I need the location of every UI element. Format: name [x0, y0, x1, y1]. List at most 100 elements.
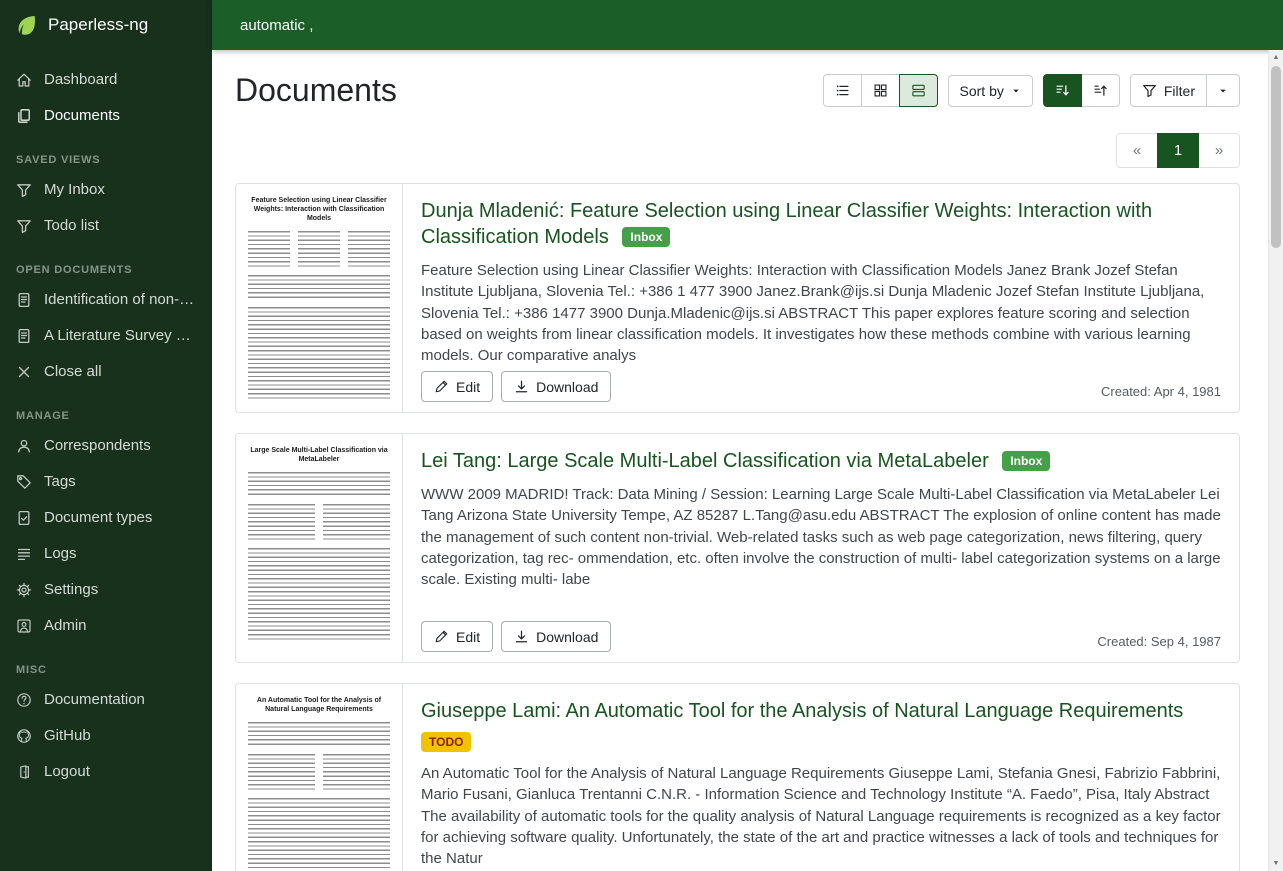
document-thumbnail[interactable]: Feature Selection using Linear Classifie… [236, 184, 403, 412]
sidebar-heading-misc: MISC [0, 644, 212, 682]
sidebar-item-label: Logs [44, 545, 77, 563]
list-icon [16, 546, 32, 562]
close-icon [16, 364, 32, 380]
filter-dropdown-button[interactable] [1206, 74, 1240, 107]
sidebar-item-todo-list[interactable]: Todo list [0, 208, 212, 244]
tag-icon [16, 474, 32, 490]
sort-ascending-icon [1093, 83, 1108, 98]
sidebar-item-my-inbox[interactable]: My Inbox [0, 172, 212, 208]
edit-button[interactable]: Edit [421, 371, 493, 402]
sidebar-item-label: GitHub [44, 727, 91, 745]
sidebar-item-correspondents[interactable]: Correspondents [0, 428, 212, 464]
document-title-link[interactable]: Giuseppe Lami: An Automatic Tool for the… [421, 700, 1183, 722]
thumbnail-text-lines [248, 231, 390, 267]
sidebar-item-label: Close all [44, 363, 102, 381]
sidebar-item-logout[interactable]: Logout [0, 754, 212, 790]
sidebar-item-label: A Literature Survey on ... [44, 327, 196, 345]
document-title: Dunja Mladenić: Feature Selection using … [421, 198, 1221, 250]
sidebar-item-label: My Inbox [44, 181, 105, 199]
pagination-page-1-button[interactable]: 1 [1157, 133, 1199, 168]
sidebar-item-documents[interactable]: Documents [0, 98, 212, 134]
pagination-next-button[interactable]: » [1198, 133, 1240, 168]
document-excerpt: An Automatic Tool for the Analysis of Na… [421, 763, 1221, 863]
tag-badge-inbox[interactable]: Inbox [1002, 451, 1050, 471]
pagination-row: « 1 » [235, 133, 1240, 168]
topbar [212, 0, 1283, 50]
sidebar-item-label: Settings [44, 581, 98, 599]
sidebar-item-tags[interactable]: Tags [0, 464, 212, 500]
person-badge-icon [16, 618, 32, 634]
sidebar-item-label: Tags [44, 473, 76, 491]
sidebar-item-close-all[interactable]: Close all [0, 354, 212, 390]
funnel-icon [16, 218, 32, 234]
scrollbar-thumb[interactable] [1271, 66, 1281, 248]
page-title: Documents [235, 72, 397, 109]
filter-button[interactable]: Filter [1130, 74, 1207, 107]
sidebar-item-open-document-2[interactable]: A Literature Survey on ... [0, 318, 212, 354]
documents-page: Documents Sort by [212, 50, 1283, 871]
house-icon [16, 72, 32, 88]
pagination: « 1 » [1116, 133, 1240, 168]
sort-ascending-button[interactable] [1081, 74, 1120, 107]
card-footer: Edit Download [421, 863, 1221, 871]
vertical-scrollbar[interactable]: ▲ ▼ [1268, 50, 1283, 871]
edit-button[interactable]: Edit [421, 621, 493, 652]
sidebar-item-dashboard[interactable]: Dashboard [0, 62, 212, 98]
sort-descending-icon [1055, 83, 1070, 98]
sidebar-item-label: Correspondents [44, 437, 151, 455]
edit-label: Edit [456, 380, 480, 394]
card-actions: Edit Download [421, 621, 619, 652]
thumbnail-text-lines [248, 754, 390, 790]
sort-direction-group [1043, 74, 1120, 107]
sidebar-item-label: Documentation [44, 691, 145, 709]
app-title: Paperless-ng [48, 15, 148, 35]
card-actions: Edit Download [421, 371, 619, 402]
sidebar-item-admin[interactable]: Admin [0, 608, 212, 644]
file-text-icon [16, 292, 32, 308]
document-card: Large Scale Multi-Label Classification v… [235, 433, 1240, 663]
sidebar-item-documentation[interactable]: Documentation [0, 682, 212, 718]
scrollbar-up-arrow[interactable]: ▲ [1269, 50, 1283, 65]
document-title-link[interactable]: Dunja Mladenić: Feature Selection using … [421, 200, 1152, 248]
document-thumbnail[interactable]: An Automatic Tool for the Analysis of Na… [236, 684, 403, 871]
document-title-link[interactable]: Lei Tang: Large Scale Multi-Label Classi… [421, 450, 989, 472]
download-button[interactable]: Download [501, 621, 611, 652]
scrollbar-down-arrow[interactable]: ▼ [1269, 856, 1283, 871]
pagination-prev-button[interactable]: « [1116, 133, 1158, 168]
download-label: Download [536, 380, 598, 394]
sidebar-item-logs[interactable]: Logs [0, 536, 212, 572]
sort-by-button[interactable]: Sort by [948, 75, 1033, 107]
sort-descending-button[interactable] [1043, 74, 1082, 107]
sidebar-item-label: Dashboard [44, 71, 117, 89]
download-button[interactable]: Download [501, 371, 611, 402]
tag-badge-todo[interactable]: TODO [421, 732, 471, 752]
created-date: Created: Apr 4, 1981 [1101, 384, 1221, 402]
view-details-button[interactable] [899, 74, 938, 107]
content-header: Documents Sort by [235, 72, 1240, 109]
view-table-button[interactable] [823, 74, 862, 107]
chevron-down-icon [1218, 86, 1228, 96]
search-input[interactable] [212, 17, 962, 34]
document-excerpt: Feature Selection using Linear Classifie… [421, 260, 1221, 363]
sidebar-item-settings[interactable]: Settings [0, 572, 212, 608]
sidebar: Paperless-ng Dashboard Documents SAVED V… [0, 0, 212, 871]
card-footer: Edit Download Created: Apr 4, 1981 [421, 363, 1221, 402]
view-grid-button[interactable] [861, 74, 900, 107]
sidebar-item-open-document-1[interactable]: Identification of non-fu... [0, 282, 212, 318]
sidebar-item-github[interactable]: GitHub [0, 718, 212, 754]
list-view-icon [835, 83, 850, 98]
document-thumbnail[interactable]: Large Scale Multi-Label Classification v… [236, 434, 403, 662]
document-card: Feature Selection using Linear Classifie… [235, 183, 1240, 413]
download-icon [514, 379, 529, 394]
document-title: Giuseppe Lami: An Automatic Tool for the… [421, 698, 1221, 724]
sidebar-item-label: Document types [44, 509, 152, 527]
app-brand[interactable]: Paperless-ng [0, 0, 212, 50]
sidebar-item-document-types[interactable]: Document types [0, 500, 212, 536]
door-icon [16, 764, 32, 780]
filter-label: Filter [1164, 84, 1195, 98]
tag-badge-inbox[interactable]: Inbox [622, 227, 670, 247]
document-card-body: Dunja Mladenić: Feature Selection using … [403, 184, 1239, 412]
sidebar-heading-open-documents: OPEN DOCUMENTS [0, 244, 212, 282]
sidebar-item-label: Identification of non-fu... [44, 291, 196, 309]
thumbnail-title: Large Scale Multi-Label Classification v… [248, 446, 390, 464]
